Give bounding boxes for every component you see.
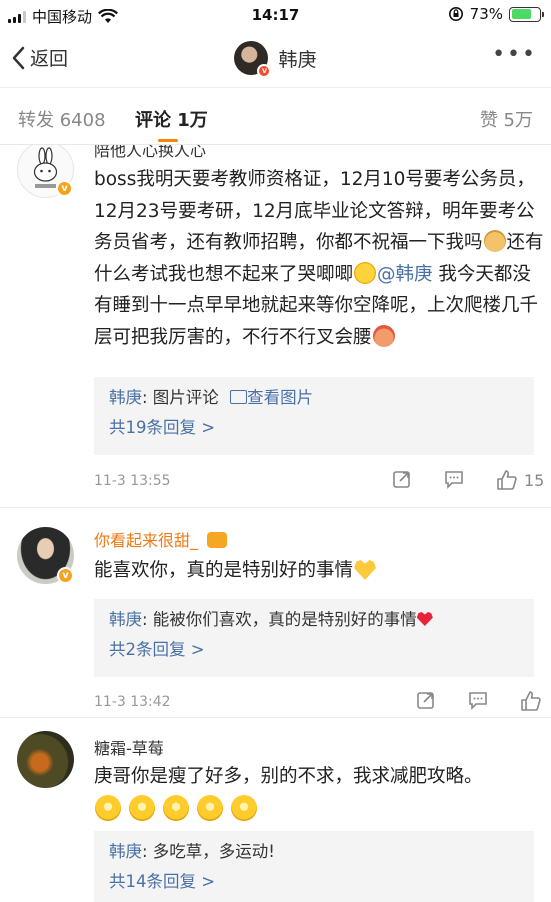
verified-icon: v (57, 567, 74, 584)
battery-icon (509, 6, 544, 22)
scared-emoji-icon (230, 794, 257, 821)
repost-icon (393, 471, 410, 488)
battery-level (511, 9, 532, 19)
more-replies-link[interactable]: 共14条回复 > (109, 867, 519, 897)
member-crown-icon (207, 532, 228, 548)
status-right: 73% (448, 5, 544, 23)
like-icon (497, 470, 517, 490)
avatar[interactable]: v (17, 145, 74, 198)
comment-time: 11-3 13:55 (94, 473, 171, 489)
comment-button[interactable] (468, 690, 488, 710)
active-tab-indicator (158, 139, 178, 142)
nav-bar: 返回 v 韩庚 ••• (0, 30, 551, 88)
comment-text-part: boss我明天要考教师资格证，12月10号要考公务员，12月23号要考研，12月… (94, 169, 535, 253)
comment-text: boss我明天要考教师资格证，12月10号要考公务员，12月23号要考研，12月… (94, 164, 546, 353)
nav-profile[interactable]: v 韩庚 (0, 41, 551, 78)
reply-box[interactable]: 韩庚: 能被你们喜欢，真的是特别好的事情 共2条回复 > (94, 599, 534, 677)
comment-footer: 11-3 13:55 15 (94, 469, 546, 493)
like-icon (521, 691, 541, 711)
tab-repost[interactable]: 转发 6408 (18, 106, 106, 132)
comment-text-part: 能喜欢你，真的是特别好的事情 (94, 560, 354, 581)
avatar[interactable]: v (17, 527, 74, 584)
reply-author[interactable]: 韩庚 (109, 842, 142, 861)
reply-line: 韩庚: 多吃草，多运动! (109, 837, 519, 867)
comment-text-part: 庚哥你是瘦了好多，别的不求，我求减肥攻略。 (94, 766, 483, 787)
eating-emoji-icon (372, 324, 395, 347)
comment-footer: 11-3 13:42 (94, 690, 546, 714)
verified-icon: v (257, 64, 272, 78)
comment-item: v 陪他人心换人心 boss我明天要考教师资格证，12月10号要考公务员，12月… (0, 145, 551, 507)
reply-box[interactable]: 韩庚: 图片评论 查看图片 共19条回复 > (94, 377, 534, 455)
like-count: 15 (524, 470, 545, 490)
repost-button[interactable] (392, 469, 412, 489)
reply-text: : 能被你们喜欢，真的是特别好的事情 (142, 610, 417, 629)
tab-comment[interactable]: 评论 1万 (135, 106, 208, 132)
battery-percent: 73% (469, 5, 503, 23)
scared-emoji-icon (162, 794, 189, 821)
more-replies-link[interactable]: 共19条回复 > (109, 413, 519, 443)
reply-line: 韩庚: 图片评论 查看图片 (109, 383, 519, 413)
like-button[interactable] (520, 690, 542, 712)
more-replies-link[interactable]: 共2条回复 > (109, 635, 519, 665)
crying-emoji-icon (354, 261, 377, 284)
comment-time: 11-3 13:42 (94, 694, 171, 710)
reply-box[interactable]: 韩庚: 多吃草，多运动! 共14条回复 > (94, 831, 534, 902)
repost-icon (417, 692, 434, 709)
reply-line: 韩庚: 能被你们喜欢，真的是特别好的事情 (109, 605, 519, 635)
scared-emoji-icon (128, 794, 155, 821)
repost-button[interactable] (416, 690, 436, 710)
comment-text: 能喜欢你，真的是特别好的事情 (94, 555, 546, 587)
mention-link[interactable]: @韩庚 (377, 264, 433, 285)
verified-icon: v (56, 180, 73, 197)
emoji-row (94, 794, 546, 828)
avatar[interactable] (17, 731, 74, 788)
like-button[interactable]: 15 (496, 469, 544, 491)
avatar[interactable]: v (234, 41, 272, 78)
comment-icon (469, 692, 487, 710)
doge-emoji-icon (483, 230, 506, 252)
comment-author[interactable]: 糖霜-草莓 (94, 735, 164, 759)
view-image-link[interactable]: 查看图片 (247, 388, 313, 407)
scared-emoji-icon (196, 794, 223, 821)
comment-item: 糖霜-草莓 庚哥你是瘦了好多，别的不求，我求减肥攻略。 韩庚: 多吃草，多运动!… (0, 717, 551, 902)
image-icon (230, 390, 248, 404)
page-title: 韩庚 (278, 48, 317, 71)
reply-text: : 图片评论 (142, 388, 225, 407)
tab-like[interactable]: 赞 5万 (480, 106, 533, 132)
tab-bar: 转发 6408 评论 1万 赞 5万 (0, 88, 551, 145)
comment-author-name: 你看起来很甜_ (94, 531, 199, 550)
comment-button[interactable] (444, 469, 464, 489)
comment-author[interactable]: 陪他人心换人心 (94, 145, 206, 161)
comment-text: 庚哥你是瘦了好多，别的不求，我求减肥攻略。 (94, 761, 546, 827)
comment-author[interactable]: 你看起来很甜_ (94, 527, 228, 551)
lock-rotation-icon (448, 7, 463, 21)
red-heart-icon (416, 612, 433, 626)
status-bar: 中国移动 14:17 73% (0, 0, 551, 30)
reply-author[interactable]: 韩庚 (109, 610, 142, 629)
comment-item: v 你看起来很甜_ 能喜欢你，真的是特别好的事情 韩庚: 能被你们喜欢，真的是特… (0, 507, 551, 722)
scared-emoji-icon (95, 794, 121, 821)
reply-author[interactable]: 韩庚 (109, 388, 142, 407)
comment-icon (445, 471, 463, 489)
comment-list: v 陪他人心换人心 boss我明天要考教师资格证，12月10号要考公务员，12月… (0, 145, 551, 902)
yellow-heart-icon (354, 560, 377, 580)
reply-text: : 多吃草，多运动! (142, 842, 275, 861)
more-icon[interactable]: ••• (492, 42, 537, 67)
